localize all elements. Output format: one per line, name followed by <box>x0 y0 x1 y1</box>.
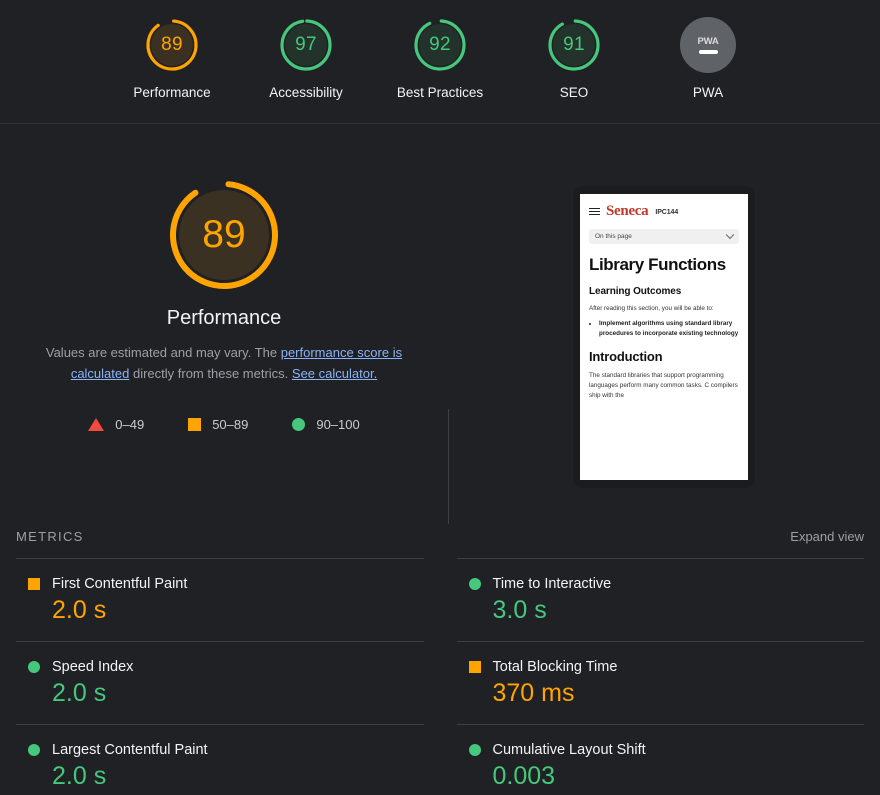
pwa-badge-text: PWA <box>697 36 719 47</box>
mini-gauge-value: 91 <box>563 34 585 55</box>
score-label: Performance <box>133 85 211 100</box>
circle-icon <box>468 744 481 756</box>
thumbnail-on-this-page-select: On this page <box>589 229 739 244</box>
description-text-part2: directly from these metrics. <box>129 366 292 382</box>
score-label: PWA <box>692 85 724 100</box>
performance-hero-section: 89 Performance Values are estimated and … <box>0 124 880 524</box>
score-label: Best Practices <box>396 85 484 100</box>
legend-range-label: 90–100 <box>316 416 360 432</box>
score-item-performance[interactable]: 89 Performance <box>105 17 239 100</box>
metric-total-blocking-time[interactable]: Total Blocking Time 370 ms <box>456 641 864 724</box>
mini-gauge-value: 89 <box>161 34 183 55</box>
thumbnail-course-code: IPC144 <box>655 209 679 216</box>
legend-range-label: 0–49 <box>115 416 145 432</box>
thumbnail-intro-line: After reading this section, you will be … <box>589 304 714 312</box>
triangle-icon <box>88 417 105 431</box>
circle-icon <box>468 578 481 590</box>
select-label: On this page <box>595 233 632 240</box>
mini-gauge-value: 92 <box>429 34 451 55</box>
hamburger-menu-icon <box>589 207 600 216</box>
thumbnail-subheading: Learning Outcomes <box>589 285 682 297</box>
legend-range-label: 50–89 <box>212 416 249 432</box>
metric-time-to-interactive[interactable]: Time to Interactive 3.0 s <box>456 558 864 641</box>
mini-gauge-value: 97 <box>295 34 317 55</box>
performance-gauge-label: Performance <box>166 307 282 329</box>
thumbnail-bullet-list: Implement algorithms using standard libr… <box>589 319 739 339</box>
final-screenshot-thumbnail[interactable]: Seneca IPC144 On this page Library Funct… <box>573 186 755 488</box>
score-item-seo[interactable]: 91 SEO <box>507 17 641 100</box>
square-icon <box>28 578 40 590</box>
hero-vertical-divider <box>448 409 449 524</box>
thumbnail-heading: Library Functions <box>589 255 726 274</box>
metric-value: 2.0 s <box>52 596 107 624</box>
metric-value: 3.0 s <box>492 596 547 624</box>
score-item-accessibility[interactable]: 97 Accessibility <box>239 17 373 100</box>
metric-value: 2.0 s <box>52 762 107 790</box>
metrics-header: METRICS Expand view <box>16 511 864 558</box>
description-text-part1: Values are estimated and may vary. The <box>45 345 281 360</box>
legend-item-pass: 90–100 <box>292 416 360 432</box>
metrics-title: METRICS <box>16 529 84 544</box>
metric-name: Largest Contentful Paint <box>52 742 208 758</box>
metric-cumulative-layout-shift[interactable]: Cumulative Layout Shift 0.003 <box>456 724 864 795</box>
metric-name: First Contentful Paint <box>52 576 188 592</box>
circle-icon <box>292 417 306 431</box>
metric-name: Cumulative Layout Shift <box>492 742 646 758</box>
metric-name: Time to Interactive <box>492 576 612 592</box>
mini-gauge-accessibility: 97 <box>278 17 334 73</box>
metric-name: Total Blocking Time <box>492 659 618 675</box>
metric-value: 370 ms <box>492 679 575 707</box>
hero-gauge-column: 89 Performance Values are estimated and … <box>0 124 448 511</box>
see-calculator-link[interactable]: See calculator. <box>292 366 377 381</box>
mini-gauge-best-practices: 92 <box>412 17 468 73</box>
metrics-section: METRICS Expand view First Contentful Pai… <box>0 511 880 795</box>
thumbnail-body-text: The standard libraries that support prog… <box>589 372 738 399</box>
metric-value: 2.0 s <box>52 679 107 707</box>
thumbnail-page-content: Seneca IPC144 On this page Library Funct… <box>580 194 748 480</box>
performance-gauge-score: 89 <box>202 213 246 256</box>
score-label: SEO <box>559 85 589 100</box>
score-item-pwa[interactable]: PWA PWA <box>641 17 775 100</box>
square-icon <box>468 661 481 673</box>
thumbnail-section-heading: Introduction <box>589 349 663 365</box>
score-label: Accessibility <box>269 85 343 100</box>
metric-first-contentful-paint[interactable]: First Contentful Paint 2.0 s <box>16 558 424 641</box>
score-item-best-practices[interactable]: 92 Best Practices <box>373 17 507 100</box>
metric-largest-contentful-paint[interactable]: Largest Contentful Paint 2.0 s <box>16 724 424 795</box>
pwa-badge-icon: PWA <box>680 17 736 73</box>
list-item: Implement algorithms using standard libr… <box>599 319 739 339</box>
chevron-down-icon <box>725 230 735 239</box>
legend-item-average: 50–89 <box>188 417 248 432</box>
metric-speed-index[interactable]: Speed Index 2.0 s <box>16 641 424 724</box>
metric-name: Speed Index <box>52 659 134 675</box>
mini-gauge-performance: 89 <box>144 17 200 73</box>
circle-icon <box>28 744 40 756</box>
metric-value: 0.003 <box>492 762 556 790</box>
legend-item-fail: 0–49 <box>88 417 144 432</box>
thumbnail-brand: Seneca <box>606 203 649 219</box>
performance-gauge-large: 89 <box>166 177 282 293</box>
square-icon <box>188 417 202 431</box>
performance-description: Values are estimated and may vary. The p… <box>34 342 414 385</box>
score-legend: 0–49 50–89 90–100 <box>88 416 360 432</box>
circle-icon <box>28 661 40 673</box>
metrics-grid: First Contentful Paint 2.0 s Time to Int… <box>16 558 864 795</box>
pwa-badge-dash <box>698 50 718 54</box>
expand-view-toggle[interactable]: Expand view <box>790 529 864 544</box>
mini-gauge-seo: 91 <box>546 17 602 73</box>
screenshot-preview-column: Seneca IPC144 On this page Library Funct… <box>448 124 880 511</box>
score-summary-bar: 89 Performance 97 Accessibility 92 Best … <box>0 0 880 124</box>
thumbnail-topbar: Seneca IPC144 <box>589 194 739 229</box>
